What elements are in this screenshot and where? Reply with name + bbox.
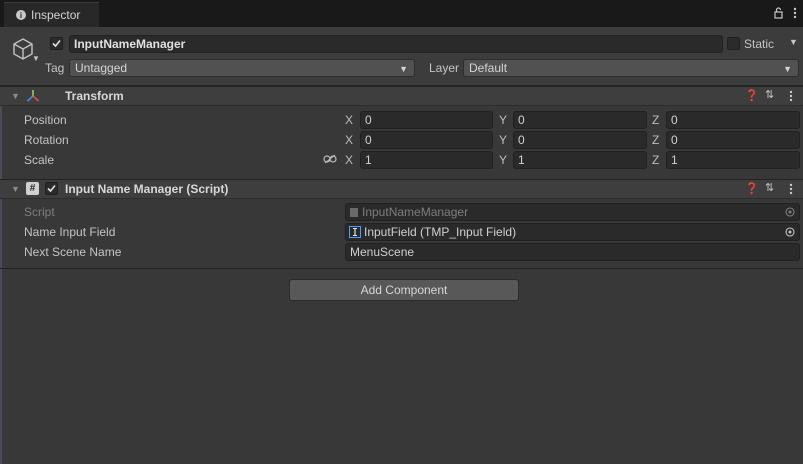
gameobject-name-input[interactable]: InputNameManager <box>69 35 723 53</box>
tag-dropdown[interactable]: Untagged ▼ <box>69 59 415 77</box>
checkmark-icon <box>52 39 61 48</box>
rotation-z-field[interactable]: 0 <box>666 131 800 149</box>
help-icon[interactable]: ❓ <box>745 182 759 195</box>
tag-label: Tag <box>45 61 65 75</box>
position-z-field[interactable]: 0 <box>666 111 800 129</box>
position-label: Position <box>24 113 67 127</box>
foldout-arrow-icon[interactable]: ▼ <box>11 91 20 101</box>
tab-title: Inspector <box>31 8 81 22</box>
preset-icon[interactable]: ⇅ <box>765 181 774 194</box>
axis-z-label[interactable]: Z <box>652 133 659 147</box>
lock-icon[interactable] <box>774 7 783 19</box>
link-icon[interactable] <box>323 154 337 164</box>
next-scene-name-label: Next Scene Name <box>24 245 122 259</box>
checkmark-icon <box>47 184 56 193</box>
component-divider <box>0 268 803 269</box>
script-file-icon <box>350 207 358 217</box>
object-picker-icon <box>785 207 795 217</box>
name-input-field-value: InputField (TMP_Input Field) <box>364 225 517 239</box>
rotation-y-field[interactable]: 0 <box>513 131 647 149</box>
icon-dropdown-caret[interactable]: ▼ <box>32 54 40 63</box>
next-scene-name-input[interactable]: MenuScene <box>345 243 800 261</box>
axis-x-label[interactable]: X <box>345 113 353 127</box>
info-icon: i <box>16 10 26 20</box>
transform-axes-icon <box>26 90 40 102</box>
layer-value: Default <box>469 61 508 75</box>
name-input-field-ref[interactable]: InputField (TMP_Input Field) <box>345 223 800 241</box>
static-dropdown-caret[interactable]: ▼ <box>789 37 798 47</box>
object-picker-icon[interactable] <box>785 227 795 237</box>
active-toggle[interactable] <box>50 37 63 50</box>
tab-bar: i Inspector <box>0 0 803 27</box>
script-hash-icon: # <box>26 182 39 195</box>
chevron-down-icon: ▼ <box>399 64 408 74</box>
position-x-field[interactable]: 0 <box>360 111 493 129</box>
chevron-down-icon: ▼ <box>783 64 792 74</box>
static-toggle[interactable] <box>727 37 740 50</box>
rotation-x-field[interactable]: 0 <box>360 131 493 149</box>
kebab-menu-icon[interactable] <box>789 90 793 102</box>
axis-z-label[interactable]: Z <box>652 113 659 127</box>
transform-title: Transform <box>65 89 124 103</box>
layer-dropdown[interactable]: Default ▼ <box>463 59 799 77</box>
script-field: InputNameManager <box>345 203 800 221</box>
script-component-title: Input Name Manager (Script) <box>65 182 229 196</box>
layer-label: Layer <box>429 61 460 75</box>
help-icon[interactable]: ❓ <box>745 89 759 102</box>
axis-y-label[interactable]: Y <box>499 133 507 147</box>
preset-icon[interactable]: ⇅ <box>765 88 774 101</box>
component-enabled-toggle[interactable] <box>45 182 58 195</box>
tab-inspector[interactable]: i Inspector <box>4 2 99 27</box>
axis-x-label[interactable]: X <box>345 153 353 167</box>
script-label: Script <box>24 205 55 219</box>
axis-x-label[interactable]: X <box>345 133 353 147</box>
input-field-icon <box>349 226 361 238</box>
add-component-button[interactable]: Add Component <box>289 279 519 301</box>
scale-z-field[interactable]: 1 <box>666 151 800 169</box>
scale-y-field[interactable]: 1 <box>513 151 647 169</box>
axis-z-label[interactable]: Z <box>652 153 659 167</box>
scale-label: Scale <box>24 153 55 167</box>
axis-y-label[interactable]: Y <box>499 153 507 167</box>
script-value: InputNameManager <box>362 205 469 219</box>
axis-y-label[interactable]: Y <box>499 113 507 127</box>
scale-x-field[interactable]: 1 <box>360 151 493 169</box>
position-y-field[interactable]: 0 <box>513 111 647 129</box>
foldout-arrow-icon[interactable]: ▼ <box>11 184 20 194</box>
name-input-field-label: Name Input Field <box>24 225 116 239</box>
tag-value: Untagged <box>75 61 128 75</box>
static-label: Static <box>744 37 775 51</box>
rotation-label: Rotation <box>24 133 69 147</box>
kebab-menu-icon[interactable] <box>789 183 793 195</box>
kebab-menu-icon[interactable] <box>793 7 797 19</box>
